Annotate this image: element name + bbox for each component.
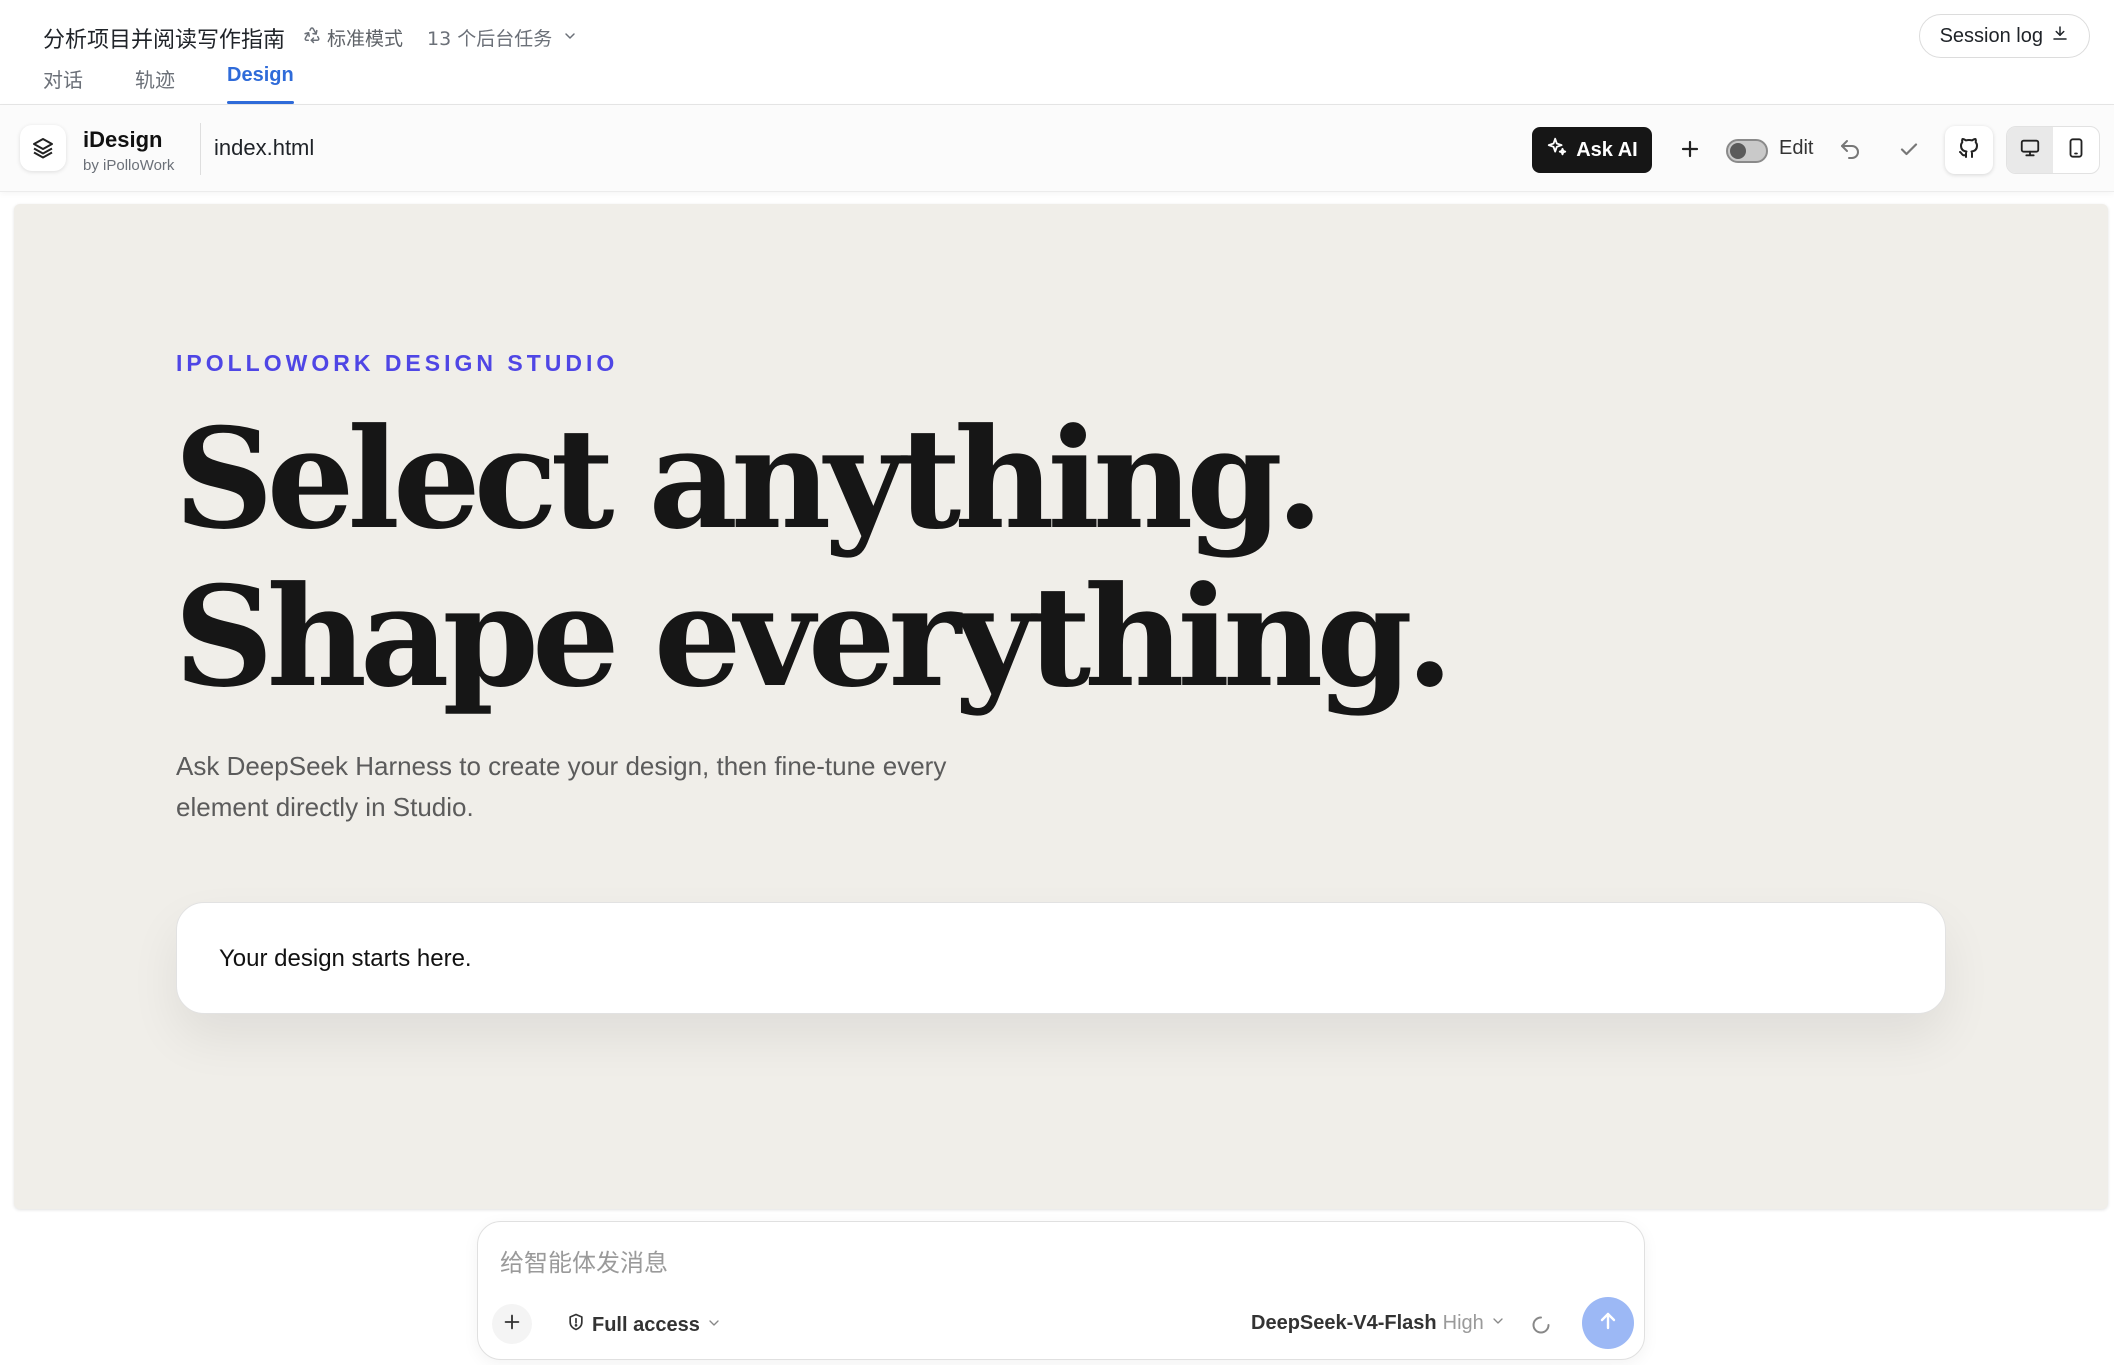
chevron-down-icon — [706, 1314, 722, 1337]
monitor-icon — [2019, 137, 2041, 164]
headline-line-2[interactable]: Shape everything. — [174, 558, 1454, 716]
recycle-icon — [303, 26, 321, 49]
arrow-up-icon — [1596, 1309, 1620, 1338]
brand-byline: by iPolloWork — [83, 157, 175, 174]
attach-button[interactable] — [492, 1304, 532, 1344]
download-icon — [2051, 24, 2069, 48]
github-button[interactable] — [1945, 126, 1993, 174]
hero-kicker[interactable]: IPOLLOWORK DESIGN STUDIO — [176, 350, 618, 377]
check-icon[interactable] — [1895, 135, 1923, 163]
hero-headline[interactable]: Select anything. Shape everything. — [174, 400, 1454, 716]
loading-spinner-icon — [1531, 1315, 1551, 1335]
design-start-card[interactable]: Your design starts here. — [176, 902, 1946, 1014]
chevron-down-icon — [1490, 1312, 1506, 1335]
mobile-view-button[interactable] — [2053, 127, 2099, 173]
brand-name: iDesign — [83, 127, 163, 152]
background-tasks-dropdown[interactable]: 13 个后台任务 — [427, 24, 578, 51]
session-log-button[interactable]: Session log — [1918, 14, 2090, 58]
brand: iDesign by iPolloWork — [83, 127, 174, 174]
design-canvas[interactable]: IPOLLOWORK DESIGN STUDIO Select anything… — [14, 204, 2108, 1209]
plus-icon — [501, 1311, 523, 1338]
edit-toggle[interactable] — [1726, 139, 1768, 163]
tasks-label: 13 个后台任务 — [427, 28, 553, 50]
hero-subline[interactable]: Ask DeepSeek Harness to create your desi… — [176, 746, 996, 828]
page-title: 分析项目并阅读写作指南 — [43, 28, 286, 53]
smartphone-icon — [2065, 137, 2087, 164]
message-composer: Full access DeepSeek-V4-Flash High — [477, 1221, 1645, 1360]
session-log-label: Session log — [1939, 24, 2043, 47]
github-icon — [1957, 136, 1981, 165]
access-level-dropdown[interactable]: Full access — [566, 1312, 722, 1338]
edit-label: Edit — [1779, 137, 1814, 159]
chevron-down-icon — [562, 27, 578, 49]
add-icon[interactable] — [1676, 135, 1704, 163]
file-name: index.html — [214, 135, 315, 160]
mode-label: 标准模式 — [327, 28, 404, 50]
model-name: DeepSeek-V4-Flash — [1251, 1312, 1437, 1334]
send-button[interactable] — [1582, 1297, 1634, 1349]
model-effort: High — [1442, 1312, 1484, 1334]
tab-trace[interactable]: 轨迹 — [135, 64, 175, 104]
message-input[interactable] — [498, 1242, 1622, 1284]
ask-ai-button[interactable]: Ask AI — [1532, 127, 1652, 173]
model-selector[interactable]: DeepSeek-V4-Flash High — [1251, 1312, 1506, 1335]
desktop-view-button[interactable] — [2007, 127, 2053, 173]
main-tabs: 对话 轨迹 Design — [43, 64, 294, 104]
access-label: Full access — [592, 1313, 700, 1336]
app-header: 分析项目并阅读写作指南 标准模式 13 个后台任务 Session log 对话… — [0, 0, 2114, 105]
tab-design[interactable]: Design — [227, 64, 294, 104]
divider — [200, 123, 201, 175]
sparkles-icon — [1546, 136, 1568, 164]
undo-icon[interactable] — [1836, 135, 1864, 163]
ask-ai-label: Ask AI — [1576, 138, 1638, 161]
card-text[interactable]: Your design starts here. — [219, 945, 472, 973]
mode-indicator[interactable]: 标准模式 — [303, 24, 403, 51]
tab-chat[interactable]: 对话 — [43, 64, 83, 104]
layers-logo-icon — [20, 125, 66, 171]
shield-icon — [566, 1312, 586, 1338]
design-toolbar: iDesign by iPolloWork index.html Ask AI … — [0, 105, 2114, 192]
device-switcher — [2006, 126, 2100, 174]
headline-line-1[interactable]: Select anything. — [174, 400, 1447, 558]
